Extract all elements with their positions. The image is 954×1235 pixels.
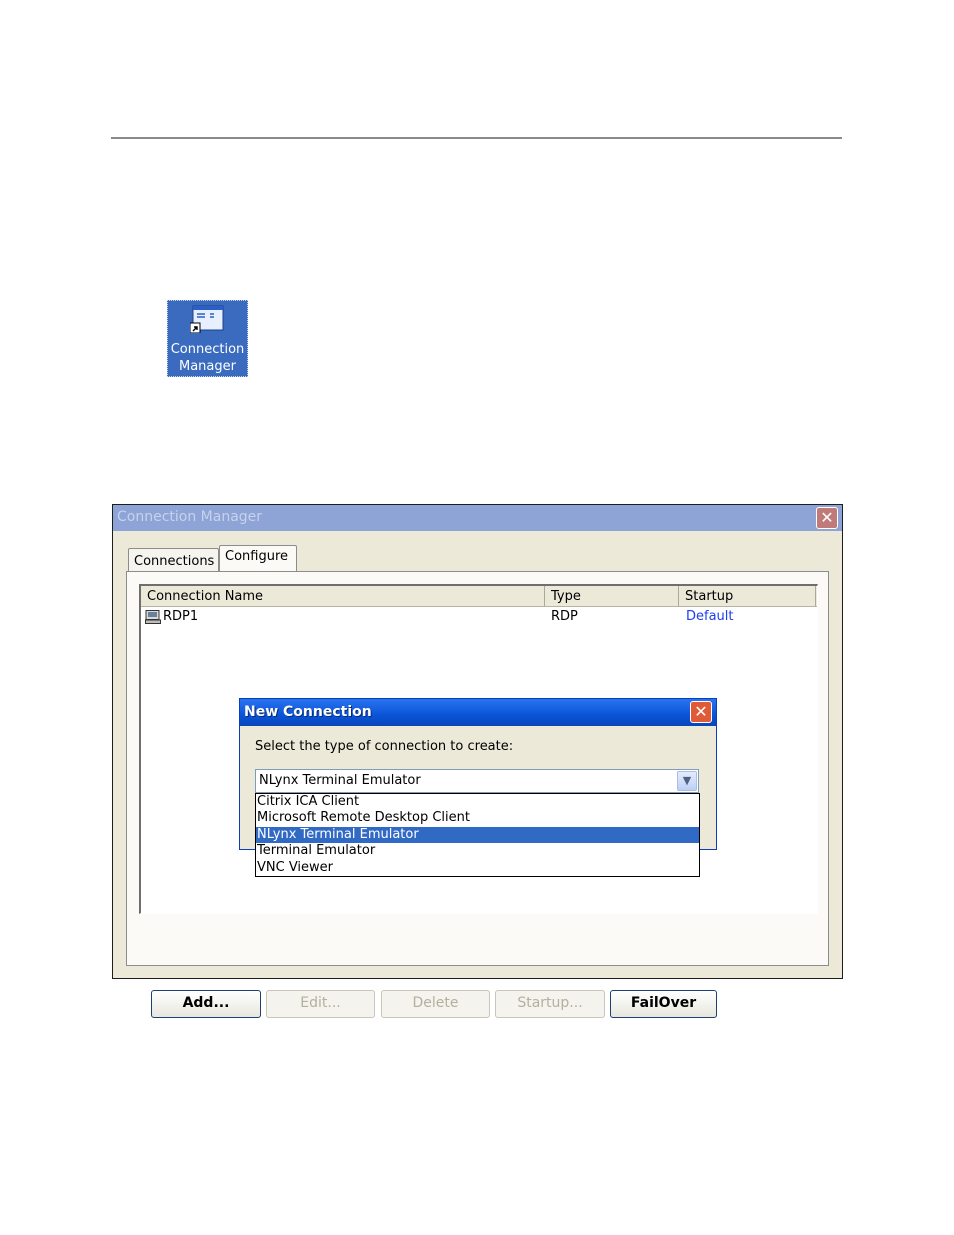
option-citrix-ica-client[interactable]: Citrix ICA Client	[256, 794, 699, 810]
list-header: Connection Name Type Startup	[141, 586, 817, 607]
window-title: Connection Manager	[117, 509, 263, 525]
connection-manager-shortcut[interactable]: Connection Manager	[167, 300, 248, 377]
connection-type-dropdown-list[interactable]: Citrix ICA Client Microsoft Remote Deskt…	[255, 793, 700, 877]
tab-configure[interactable]: Configure	[219, 545, 297, 572]
row-name-cell: RDP1	[145, 608, 198, 626]
computer-icon	[145, 610, 161, 624]
row-connection-type: RDP	[551, 609, 578, 624]
startup-button[interactable]: Startup...	[495, 990, 605, 1018]
connection-manager-icon	[190, 305, 224, 333]
column-header-name[interactable]: Connection Name	[141, 586, 545, 606]
dialog-prompt: Select the type of connection to create:	[255, 739, 514, 754]
shortcut-label-line2: Manager	[179, 359, 236, 374]
window-title-bar[interactable]: Connection Manager ✕	[113, 505, 842, 531]
option-vnc-viewer[interactable]: VNC Viewer	[256, 860, 699, 876]
connection-type-selected-value: NLynx Terminal Emulator	[259, 773, 421, 788]
add-button[interactable]: Add...	[151, 990, 261, 1018]
tab-connections[interactable]: Connections	[128, 548, 219, 572]
delete-button[interactable]: Delete	[381, 990, 490, 1018]
page-horizontal-rule	[111, 137, 842, 139]
row-connection-startup: Default	[686, 609, 734, 624]
failover-button[interactable]: FailOver	[610, 990, 717, 1018]
option-nlynx-terminal-emulator[interactable]: NLynx Terminal Emulator	[256, 826, 699, 844]
edit-button[interactable]: Edit...	[266, 990, 375, 1018]
column-header-type[interactable]: Type	[545, 586, 679, 606]
dialog-title: New Connection	[244, 704, 372, 720]
chevron-down-icon[interactable]: ▼	[677, 771, 697, 791]
option-terminal-emulator[interactable]: Terminal Emulator	[256, 843, 699, 859]
table-row[interactable]: RDP1 RDP Default	[141, 608, 817, 626]
window-close-icon[interactable]: ✕	[816, 507, 838, 529]
option-microsoft-remote-desktop-client[interactable]: Microsoft Remote Desktop Client	[256, 810, 699, 826]
column-header-startup[interactable]: Startup	[679, 586, 816, 606]
row-connection-name: RDP1	[163, 609, 199, 624]
shortcut-label-line1: Connection	[170, 342, 245, 357]
connection-type-select[interactable]: NLynx Terminal Emulator ▼	[255, 769, 699, 793]
dialog-title-bar[interactable]: New Connection ✕	[240, 699, 716, 726]
dialog-close-icon[interactable]: ✕	[690, 701, 712, 723]
